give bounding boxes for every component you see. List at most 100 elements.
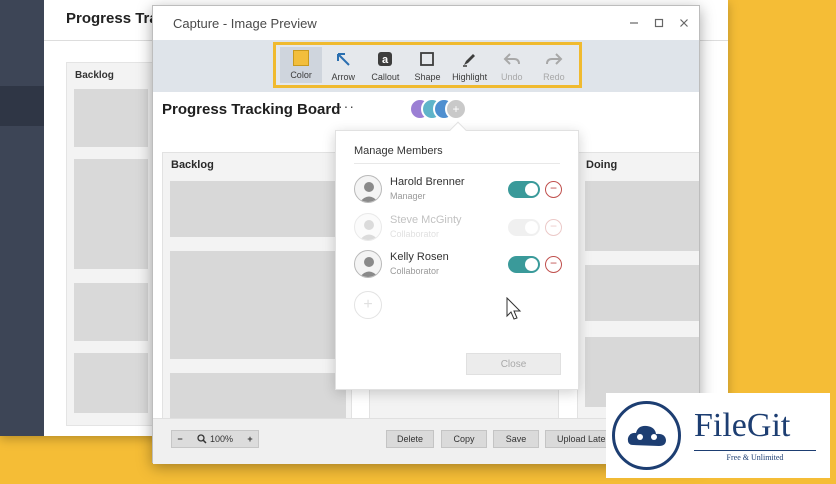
column-label: Backlog: [171, 159, 214, 171]
task-card[interactable]: [170, 251, 346, 359]
filegit-watermark: FileGit Free & Unlimited: [606, 393, 830, 478]
task-card[interactable]: [170, 373, 346, 418]
zoom-level: 100%: [188, 434, 242, 444]
plus-icon: +: [452, 102, 460, 116]
highlight-icon: [462, 54, 475, 67]
member-name: Kelly Rosen: [390, 251, 449, 263]
popup-divider: [354, 163, 560, 164]
copy-button[interactable]: Copy: [441, 430, 487, 448]
color-swatch-icon: [293, 49, 310, 66]
member-avatar: [354, 250, 382, 278]
more-options-button[interactable]: ···: [338, 98, 355, 114]
close-popup-button[interactable]: Close: [466, 353, 561, 375]
zoom-out-button[interactable]: −: [172, 434, 188, 444]
backlog-column: Backlog: [162, 152, 352, 418]
save-button[interactable]: Save: [493, 430, 539, 448]
tool-shape[interactable]: Shape: [406, 45, 448, 85]
tool-label: Undo: [501, 72, 523, 82]
member-role: Collaborator: [390, 229, 440, 239]
minus-icon: −: [549, 181, 557, 195]
tool-undo[interactable]: Undo: [491, 45, 533, 85]
undo-icon: [503, 53, 520, 65]
tool-label: Redo: [543, 72, 565, 82]
member-row: Kelly Rosen Collaborator −: [354, 250, 564, 282]
remove-member-button[interactable]: −: [545, 181, 562, 198]
zoom-control: − 100% +: [171, 430, 259, 448]
background-sidebar: [0, 0, 44, 436]
page-title: Progress Tracking Board: [162, 101, 341, 118]
redo-icon: [545, 53, 563, 65]
title-bar: Capture - Image Preview: [153, 6, 699, 40]
background-card: [74, 353, 148, 413]
tool-label: Color: [290, 70, 312, 80]
task-card[interactable]: [585, 265, 699, 321]
task-card[interactable]: [585, 181, 699, 251]
column-label: Doing: [586, 159, 618, 171]
member-role: Manager: [390, 191, 426, 201]
user-icon: [359, 182, 379, 202]
remove-member-button[interactable]: −: [545, 256, 562, 273]
popup-title: Manage Members: [354, 145, 443, 157]
callout-icon: a: [378, 52, 393, 66]
arrow-icon: [337, 53, 350, 66]
background-sidebar-selected: [0, 86, 44, 126]
member-toggle[interactable]: [508, 256, 540, 273]
magnifier-icon: [197, 434, 207, 444]
toolbar-band: Color Arrow a Callout Shape Highlight Un…: [153, 40, 699, 92]
tool-label: Highlight: [452, 72, 488, 82]
member-row: Steve McGinty Collaborator −: [354, 213, 564, 245]
background-column-label: Backlog: [75, 70, 114, 81]
member-avatar: [354, 213, 382, 241]
annotation-toolbar: Color Arrow a Callout Shape Highlight Un…: [273, 42, 582, 88]
tool-label: Callout: [371, 72, 400, 82]
background-card: [74, 89, 148, 147]
member-name: Harold Brenner: [390, 176, 465, 188]
background-card: [74, 159, 148, 269]
member-avatars[interactable]: +: [409, 98, 479, 120]
minimize-icon: [630, 22, 638, 24]
filegit-logo-icon: [612, 401, 681, 470]
tool-highlight[interactable]: Highlight: [449, 45, 491, 85]
member-row: Harold Brenner Manager −: [354, 175, 564, 207]
minus-icon: −: [549, 256, 557, 270]
member-role: Collaborator: [390, 266, 440, 276]
close-icon: [680, 19, 688, 27]
member-toggle[interactable]: [508, 219, 540, 236]
tool-label: Arrow: [331, 72, 355, 82]
add-member-button[interactable]: +: [354, 291, 382, 319]
cloud-icon: [627, 425, 666, 446]
delete-button[interactable]: Delete: [386, 430, 434, 448]
close-window-button[interactable]: [675, 14, 693, 32]
tool-redo[interactable]: Redo: [533, 45, 575, 85]
tool-label: Shape: [414, 72, 441, 82]
mouse-cursor-icon: [506, 297, 522, 320]
doing-column: Doing: [577, 152, 699, 418]
watermark-name: FileGit: [694, 407, 791, 444]
watermark-tagline: Free & Unlimited: [726, 453, 784, 462]
member-toggle[interactable]: [508, 181, 540, 198]
svg-text:a: a: [382, 54, 389, 66]
manage-members-popup: Manage Members Harold Brenner Manager − …: [335, 121, 579, 390]
upload-button[interactable]: Upload Late: [545, 430, 615, 448]
window-title: Capture - Image Preview: [173, 16, 317, 31]
minus-icon: −: [549, 219, 557, 233]
shape-icon: [420, 52, 435, 66]
maximize-button[interactable]: [650, 14, 668, 32]
task-card[interactable]: [170, 181, 346, 237]
minimize-button[interactable]: [625, 14, 643, 32]
tool-arrow[interactable]: Arrow: [322, 45, 364, 85]
background-card: [74, 283, 148, 341]
member-avatar: [354, 175, 382, 203]
user-icon: [359, 220, 379, 240]
tool-color[interactable]: Color: [280, 47, 323, 83]
watermark-divider: [694, 450, 816, 451]
zoom-in-button[interactable]: +: [242, 434, 258, 444]
add-avatar-button[interactable]: +: [445, 98, 467, 120]
zoom-value: 100%: [209, 434, 234, 444]
remove-member-button[interactable]: −: [545, 219, 562, 236]
user-icon: [359, 257, 379, 277]
background-board-title: Progress Tra: [66, 10, 158, 27]
tool-callout[interactable]: a Callout: [364, 45, 406, 85]
maximize-icon: [654, 18, 664, 28]
member-name: Steve McGinty: [390, 214, 462, 226]
